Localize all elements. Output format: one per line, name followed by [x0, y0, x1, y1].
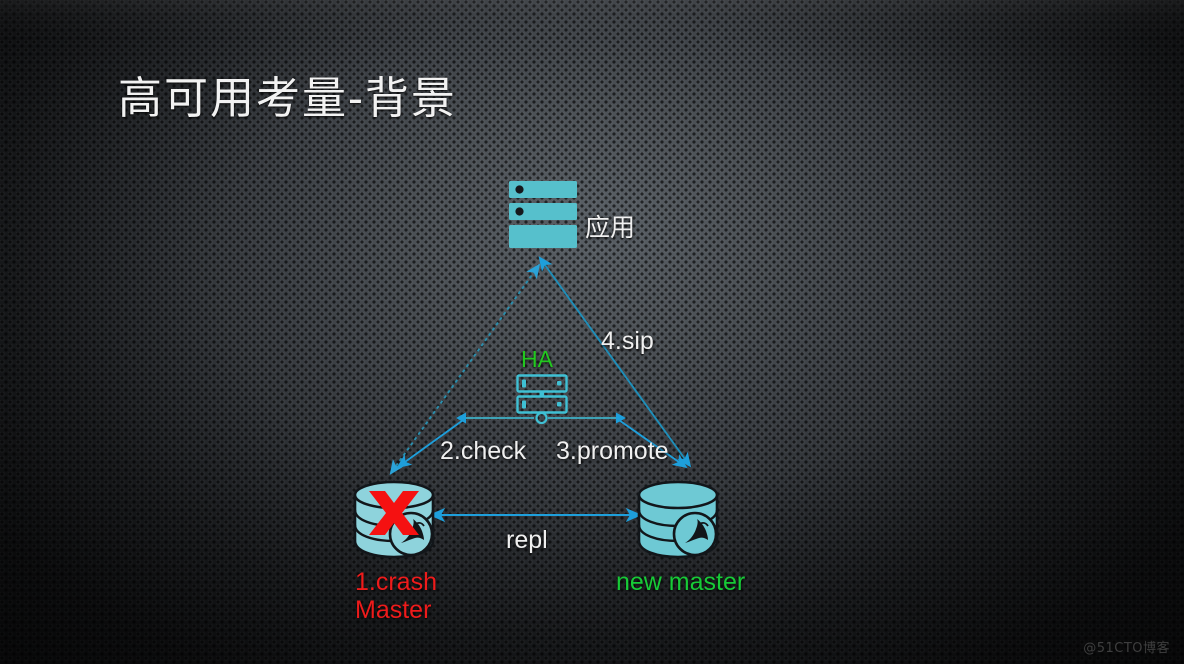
ha-architecture-diagram	[353, 181, 719, 559]
edge-label-repl: repl	[506, 526, 548, 554]
server-stack-icon	[509, 181, 577, 248]
crashed-master-db-icon	[353, 480, 435, 559]
edge-label-sip: 4.sip	[601, 327, 654, 355]
edge-crash-to-app	[389, 263, 541, 475]
crash-master-label: 1.crash Master	[355, 568, 437, 624]
slide-canvas: 高可用考量-背景 应用 HA 4.sip 2.check 3.promote r…	[0, 0, 1184, 664]
server-rack-outline-icon	[516, 374, 568, 425]
edge-label-promote: 3.promote	[556, 437, 669, 465]
new-master-label: new master	[616, 568, 746, 596]
watermark: @51CTO博客	[1083, 641, 1170, 656]
crash-master-label-line1: 1.crash	[355, 568, 437, 596]
ha-node-label: HA	[521, 346, 553, 372]
app-node-label: 应用	[585, 213, 636, 242]
new-master-db-icon	[637, 480, 719, 559]
edge-app-to-new-master	[538, 256, 692, 468]
edge-label-check: 2.check	[440, 437, 527, 465]
crash-master-label-line2: Master	[355, 596, 432, 624]
